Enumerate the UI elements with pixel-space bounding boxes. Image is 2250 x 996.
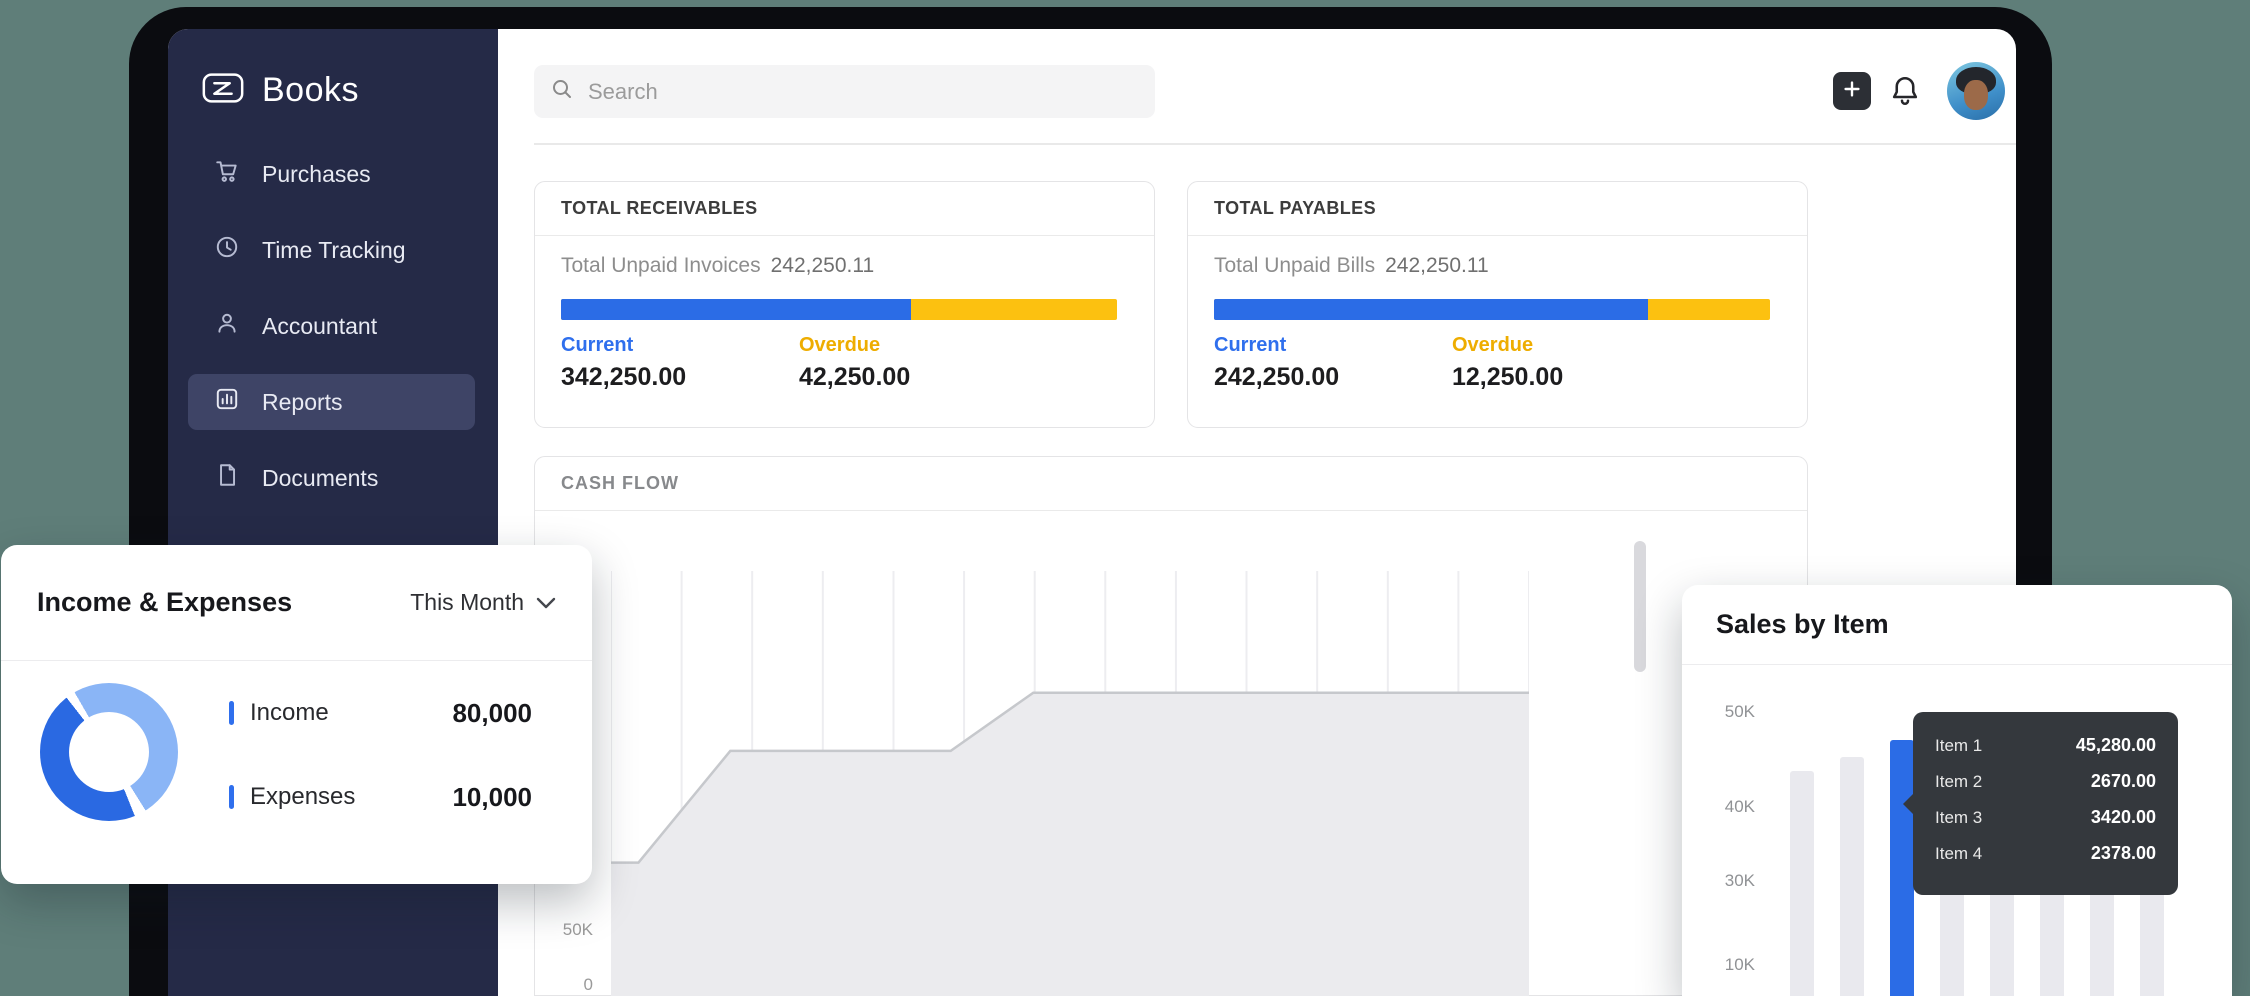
receivables-current-segment	[561, 299, 911, 320]
total-receivables-card: TOTAL RECEIVABLES Total Unpaid Invoices2…	[534, 181, 1155, 428]
receivables-title: TOTAL RECEIVABLES	[535, 182, 1154, 236]
tooltip-row: Item 1 45,280.00	[1935, 732, 2156, 759]
sidebar-item-label: Purchases	[262, 161, 371, 188]
books-logo-text: Books	[262, 71, 359, 110]
payables-progress-bar	[1214, 299, 1770, 320]
cash-flow-chart	[611, 571, 1529, 996]
search-input[interactable]	[586, 78, 1139, 106]
income-marker	[229, 701, 234, 725]
total-payables-card: TOTAL PAYABLES Total Unpaid Bills242,250…	[1187, 181, 1808, 428]
clock-icon	[214, 234, 240, 266]
payables-overdue-value: 12,250.00	[1452, 363, 1563, 392]
payables-unpaid-summary: Total Unpaid Bills242,250.11	[1214, 254, 1489, 278]
receivables-current-label: Current	[561, 334, 633, 357]
page-background: Books Purchases	[0, 0, 2250, 996]
sidebar-item-time-tracking[interactable]: Time Tracking	[188, 222, 475, 278]
scrollbar-thumb[interactable]	[1634, 541, 1646, 672]
bell-icon	[1887, 96, 1923, 113]
receivables-overdue-label: Overdue	[799, 334, 880, 357]
expenses-label: Expenses	[250, 783, 355, 811]
chevron-down-icon	[536, 589, 556, 616]
topbar-divider	[534, 143, 2016, 145]
user-avatar[interactable]	[1947, 62, 2005, 120]
receivables-current-value: 342,250.00	[561, 363, 686, 392]
sales-y-tick-10k: 10K	[1682, 955, 1755, 975]
payables-current-value: 242,250.00	[1214, 363, 1339, 392]
receivables-unpaid-summary: Total Unpaid Invoices242,250.11	[561, 254, 874, 278]
sidebar-item-reports[interactable]: Reports	[188, 374, 475, 430]
cash-flow-title: CASH FLOW	[535, 457, 1807, 511]
tooltip-row: Item 3 3420.00	[1935, 804, 2156, 831]
sales-bar[interactable]	[1840, 757, 1864, 996]
sidebar-item-label: Documents	[262, 465, 378, 492]
period-selector[interactable]: This Month	[410, 589, 556, 616]
sales-y-tick-30k: 30K	[1682, 871, 1755, 891]
income-expenses-title: Income & Expenses	[37, 587, 292, 618]
income-label: Income	[250, 699, 329, 727]
payables-current-label: Current	[1214, 334, 1286, 357]
payables-current-segment	[1214, 299, 1648, 320]
reports-icon	[214, 386, 240, 418]
search-icon	[550, 77, 574, 106]
legend-row-expenses: Expenses 10,000	[229, 781, 532, 813]
plus-icon	[1841, 78, 1863, 105]
document-icon	[214, 462, 240, 494]
payables-title: TOTAL PAYABLES	[1188, 182, 1807, 236]
receivables-overdue-value: 42,250.00	[799, 363, 910, 392]
sidebar-item-purchases[interactable]: Purchases	[188, 146, 475, 202]
cart-icon	[214, 158, 240, 190]
add-button[interactable]	[1833, 72, 1871, 110]
tooltip-row: Item 2 2670.00	[1935, 768, 2156, 795]
sales-bar[interactable]	[1790, 771, 1814, 996]
legend-row-income: Income 80,000	[229, 697, 532, 729]
notifications-button[interactable]	[1887, 73, 1923, 109]
income-expenses-donut-chart	[40, 683, 178, 821]
income-value: 80,000	[452, 698, 532, 729]
sidebar-item-documents[interactable]: Documents	[188, 450, 475, 506]
cash-flow-card: CASH FLOW 50K 0	[534, 456, 1808, 996]
sidebar-item-label: Reports	[262, 389, 343, 416]
sales-by-item-card: Sales by Item 50K 40K 30K 10K Item 1 45,…	[1682, 585, 2232, 996]
cashflow-y-tick-0: 0	[535, 975, 593, 995]
tooltip-row: Item 4 2378.00	[1935, 840, 2156, 867]
sidebar-item-label: Time Tracking	[262, 237, 406, 264]
sales-tooltip: Item 1 45,280.00 Item 2 2670.00 Item 3 3…	[1913, 712, 2178, 895]
period-selector-label: This Month	[410, 589, 524, 616]
sales-bar[interactable]	[1890, 740, 1914, 996]
sidebar-item-accountant[interactable]: Accountant	[188, 298, 475, 354]
income-expenses-card: Income & Expenses This Month Income 80,0…	[1, 545, 592, 884]
payables-overdue-label: Overdue	[1452, 334, 1533, 357]
cashflow-y-tick-50k: 50K	[535, 920, 593, 940]
income-expenses-legend: Income 80,000 Expenses 10,000	[229, 697, 532, 813]
expenses-value: 10,000	[452, 782, 532, 813]
sidebar-nav: Purchases Time Tracking	[168, 146, 498, 526]
accountant-icon	[214, 310, 240, 342]
search-bar[interactable]	[534, 65, 1155, 118]
sales-y-tick-40k: 40K	[1682, 797, 1755, 817]
receivables-progress-bar	[561, 299, 1117, 320]
books-logo-icon	[200, 65, 246, 116]
sales-y-tick-50k: 50K	[1682, 702, 1755, 722]
books-logo: Books	[200, 65, 359, 116]
sidebar-item-label: Accountant	[262, 313, 377, 340]
expenses-marker	[229, 785, 234, 809]
income-expenses-header: Income & Expenses This Month	[1, 545, 592, 661]
